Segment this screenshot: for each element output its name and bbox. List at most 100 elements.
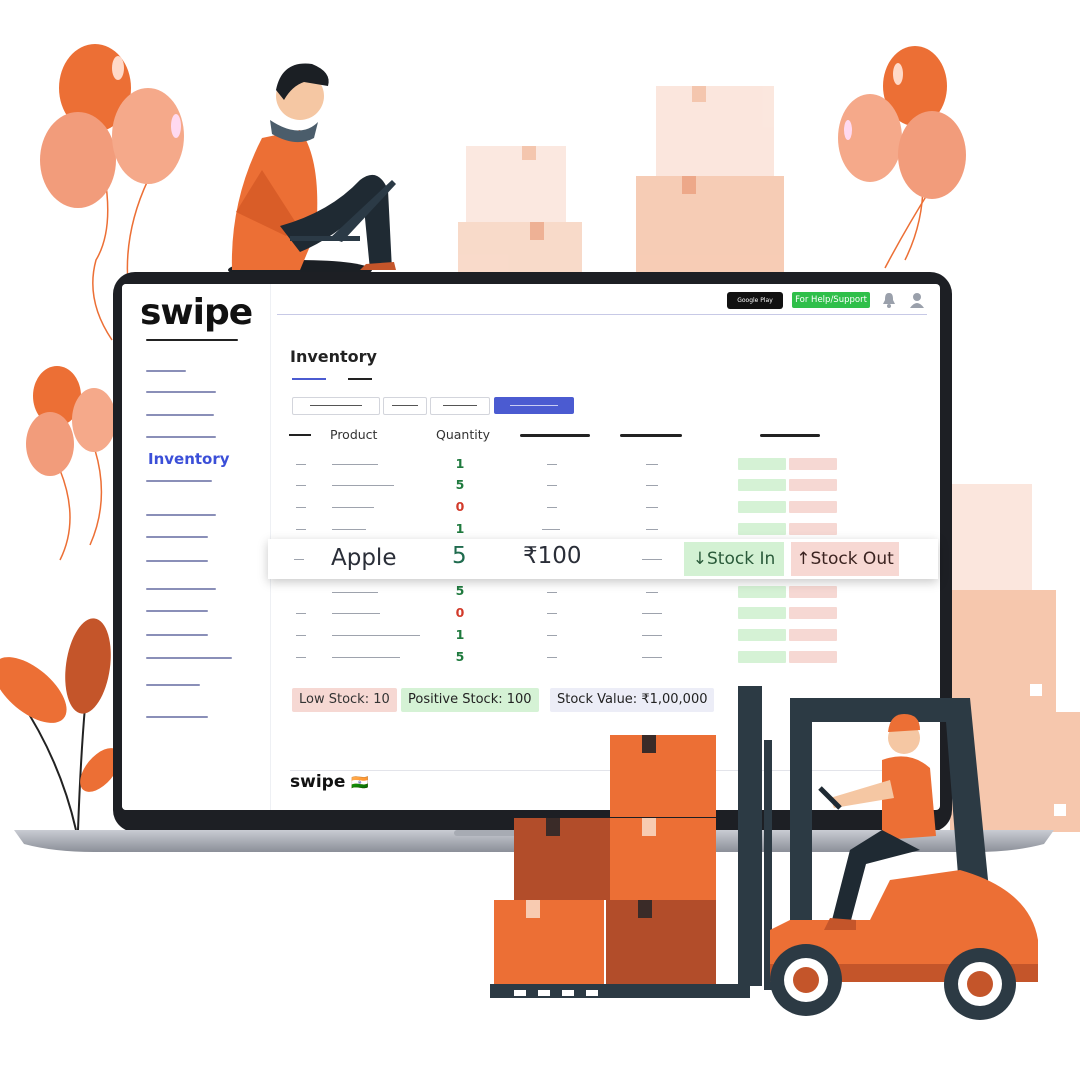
stock-in-button[interactable] — [738, 629, 786, 641]
column-header — [520, 434, 590, 437]
sidebar-item[interactable] — [146, 588, 216, 590]
value-cell — [646, 485, 658, 486]
product-cell — [332, 613, 380, 614]
table-row[interactable] — [296, 657, 306, 658]
stock-in-button[interactable] — [738, 586, 786, 598]
sidebar: swipe Inventory — [122, 284, 271, 810]
value-cell — [642, 613, 662, 614]
india-flag-icon: 🇮🇳 — [351, 775, 369, 791]
sidebar-item[interactable] — [146, 684, 200, 686]
quantity-cell: 1 — [455, 627, 465, 642]
price-cell — [547, 613, 557, 614]
sidebar-item[interactable] — [146, 657, 232, 659]
table-row[interactable] — [296, 529, 306, 530]
stock-in-button[interactable] — [738, 607, 786, 619]
stock-in-button[interactable] — [738, 501, 786, 513]
sidebar-item[interactable] — [146, 634, 208, 636]
stock-out-button[interactable] — [789, 458, 837, 470]
sidebar-item[interactable] — [146, 514, 216, 516]
person-with-laptop — [228, 63, 396, 280]
table-row[interactable] — [296, 485, 306, 486]
stock-in-button[interactable] — [738, 458, 786, 470]
filter-button[interactable] — [430, 397, 490, 415]
footer-logo-text: swipe — [290, 772, 346, 792]
sidebar-item[interactable] — [146, 480, 212, 482]
tab-active[interactable] — [292, 378, 326, 380]
sidebar-item[interactable] — [146, 610, 208, 612]
topbar-divider — [277, 314, 927, 315]
column-header — [760, 434, 820, 437]
stock-out-label: Stock Out — [810, 549, 894, 569]
price-cell — [547, 657, 557, 658]
value-cell — [642, 559, 662, 560]
quantity-cell: 0 — [455, 605, 465, 620]
value-cell — [642, 635, 662, 636]
value-cell — [646, 592, 658, 593]
table-row[interactable] — [296, 635, 306, 636]
filter-button[interactable] — [292, 397, 380, 415]
stock-out-button[interactable] — [789, 523, 837, 535]
stock-in-button[interactable] — [738, 479, 786, 491]
sidebar-item-inventory[interactable]: Inventory — [148, 450, 230, 468]
column-header-quantity: Quantity — [436, 427, 491, 442]
price-cell — [542, 529, 560, 530]
arrow-up-icon: ↑ — [796, 549, 811, 569]
row-select — [294, 559, 304, 560]
table-row[interactable] — [296, 464, 306, 465]
tab[interactable] — [348, 378, 372, 380]
stock-out-button[interactable] — [789, 607, 837, 619]
column-header-product: Product — [330, 427, 378, 442]
product-price: ₹100 — [523, 543, 582, 569]
product-cell — [332, 529, 366, 530]
balloons-mid-left — [26, 366, 116, 561]
table-row[interactable] — [296, 613, 306, 614]
value-cell — [646, 507, 658, 508]
highlighted-table-row[interactable]: Apple 5 ₹100 ↓Stock In ↑Stock Out — [268, 539, 938, 579]
bell-icon[interactable] — [882, 292, 896, 308]
price-cell — [547, 485, 557, 486]
stock-in-button[interactable] — [738, 523, 786, 535]
logo[interactable]: swipe — [140, 292, 253, 333]
product-cell — [332, 464, 378, 465]
balloons-right — [838, 46, 966, 269]
help-support-button[interactable]: For Help/Support — [792, 292, 870, 308]
sidebar-item[interactable] — [146, 414, 214, 416]
quantity-cell: 0 — [455, 499, 465, 514]
table-row[interactable] — [296, 507, 306, 508]
stock-out-button[interactable] — [789, 586, 837, 598]
sidebar-item[interactable] — [146, 436, 216, 438]
forklift-illustration — [490, 686, 1038, 1020]
product-cell — [332, 592, 378, 593]
value-cell — [642, 657, 662, 658]
sidebar-item[interactable] — [146, 716, 208, 718]
stock-out-button[interactable] — [789, 479, 837, 491]
stock-out-button[interactable] — [789, 629, 837, 641]
column-header — [620, 434, 682, 437]
primary-action-button[interactable] — [494, 397, 574, 414]
stock-in-label: Stock In — [707, 549, 776, 569]
stock-out-button[interactable] — [789, 501, 837, 513]
sidebar-item[interactable] — [146, 391, 216, 393]
user-icon[interactable] — [910, 292, 924, 308]
page-title: Inventory — [290, 347, 377, 366]
quantity-cell: 5 — [455, 477, 465, 492]
product-cell — [332, 657, 400, 658]
sidebar-item[interactable] — [146, 370, 186, 372]
stock-in-button[interactable] — [738, 651, 786, 663]
quantity-cell: 1 — [455, 521, 465, 536]
quantity-cell: 1 — [455, 456, 465, 471]
sidebar-item[interactable] — [146, 536, 208, 538]
google-play-label: Google Play — [737, 297, 773, 304]
google-play-badge[interactable]: Google Play — [727, 292, 783, 309]
low-stock-badge[interactable]: Low Stock: 10 — [292, 688, 397, 712]
price-cell — [547, 592, 557, 593]
quantity-cell: 5 — [455, 649, 465, 664]
filter-button[interactable] — [383, 397, 427, 415]
value-cell — [646, 529, 658, 530]
stock-in-button[interactable]: ↓Stock In — [684, 542, 784, 576]
product-name: Apple — [331, 545, 397, 571]
quantity-cell: 5 — [455, 583, 465, 598]
stock-out-button[interactable] — [789, 651, 837, 663]
stock-out-button[interactable]: ↑Stock Out — [791, 542, 899, 576]
sidebar-item[interactable] — [146, 560, 208, 562]
